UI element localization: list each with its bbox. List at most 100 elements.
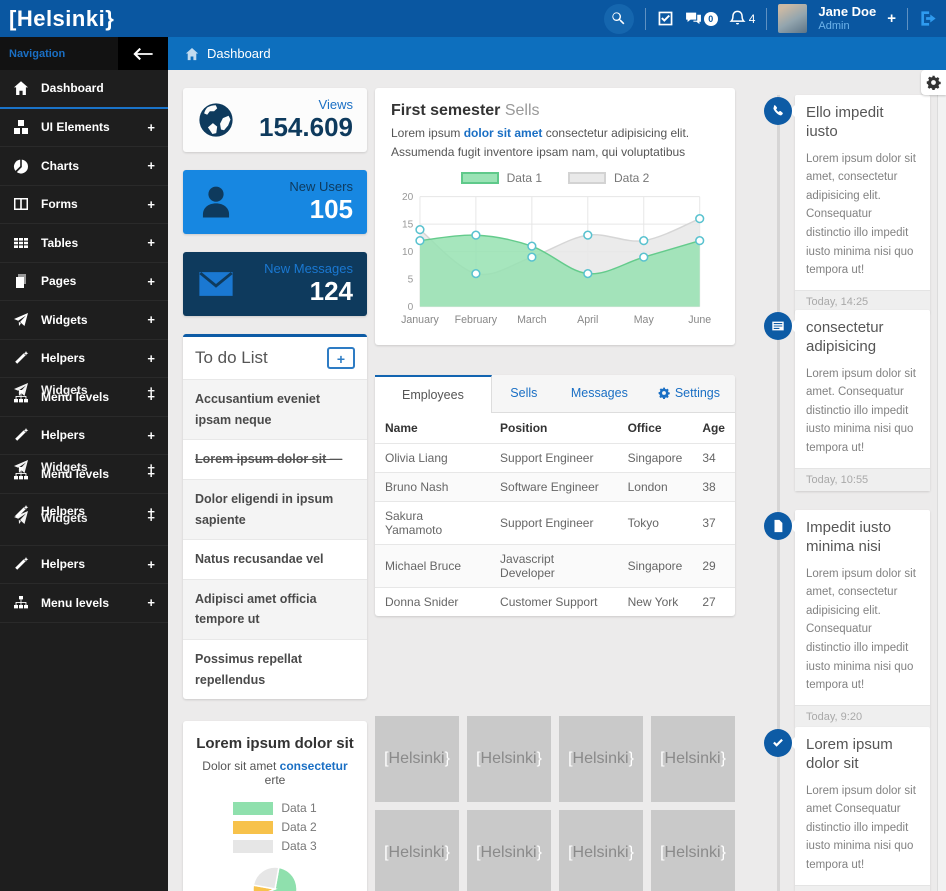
notifications-button[interactable]: 4 <box>729 10 756 27</box>
timeline-entry: Ello impedit iustoLorem ipsum dolor sit … <box>752 95 946 313</box>
sidebar-item-widgets[interactable]: Widgets+ <box>0 301 168 340</box>
timeline-phone-icon <box>764 97 792 125</box>
todo-item[interactable]: Dolor eligendi in ipsum sapiente <box>183 479 367 539</box>
todo-item[interactable]: Adipisci amet officia tempore ut <box>183 579 367 639</box>
add-button[interactable]: + <box>887 10 896 27</box>
divider <box>907 8 908 30</box>
expand-plus: + <box>147 466 155 481</box>
tab-messages[interactable]: Messages <box>556 375 643 412</box>
sitemap-icon <box>13 595 29 611</box>
todo-item[interactable]: Accusantium eveniet ipsam neque <box>183 379 367 439</box>
expand-plus: + <box>147 504 155 519</box>
sidebar-header: Navigation <box>0 37 168 70</box>
tab-employees[interactable]: Employees <box>375 375 492 413</box>
legend-item[interactable]: Data 1 <box>461 171 542 185</box>
svg-text:March: March <box>517 314 547 326</box>
legend-item[interactable]: Data 2 <box>568 171 649 185</box>
expand-plus: + <box>147 158 155 173</box>
middle-column: First semester Sells Lorem ipsum dolor s… <box>375 88 735 891</box>
home-icon[interactable] <box>185 47 199 61</box>
semester-area-chart: 05101520JanuaryFebruaryMarchAprilMayJune <box>391 187 719 332</box>
stat-label: New Users <box>235 180 353 195</box>
panel-settings-button[interactable] <box>921 70 946 95</box>
svg-text:February: February <box>455 314 498 326</box>
table-header-row: NamePositionOfficeAge <box>375 413 735 444</box>
navigation-label: Navigation <box>0 48 65 60</box>
expand-plus: + <box>147 120 155 135</box>
sidebar-collapse-button[interactable] <box>118 37 168 70</box>
globe-icon <box>197 101 235 139</box>
table-cell: 37 <box>692 501 735 544</box>
tab-sells[interactable]: Sells <box>492 375 556 412</box>
sidebar-item-dashboard[interactable]: Dashboard <box>0 70 168 109</box>
semester-chart-card: First semester Sells Lorem ipsum dolor s… <box>375 88 735 345</box>
pie-card-title: Lorem ipsum dolor sit <box>195 735 355 752</box>
messages-icon <box>685 10 702 27</box>
wand-icon <box>13 504 29 520</box>
timeline-text: Lorem ipsum dolor sit amet, consectetur … <box>806 565 919 695</box>
svg-text:15: 15 <box>402 220 414 231</box>
expand-plus: + <box>147 428 155 443</box>
messages-button[interactable]: 0 <box>685 10 718 27</box>
pie-chart <box>195 866 355 891</box>
sub-bar: Navigation Dashboard <box>0 37 946 70</box>
sidebar-item-helpers[interactable]: Helpers+ <box>0 340 168 379</box>
sidebar-item-charts[interactable]: Charts + <box>0 147 168 186</box>
avatar[interactable] <box>778 4 807 33</box>
tasks-icon[interactable] <box>657 10 674 27</box>
pie-icon <box>13 158 29 174</box>
expand-plus: + <box>147 595 155 610</box>
table-cell: Singapore <box>618 544 693 587</box>
user-block[interactable]: Jane Doe Admin <box>818 5 876 31</box>
columns-icon <box>13 196 29 212</box>
user-icon <box>197 183 235 221</box>
expand-plus: + <box>147 351 155 366</box>
table-cell: Tokyo <box>618 501 693 544</box>
top-right-toolbar: 0 4 Jane Doe Admin + <box>604 4 946 34</box>
sidebar-item-forms[interactable]: Forms+ <box>0 186 168 225</box>
description-link[interactable]: consectetur <box>280 759 348 773</box>
sidebar-item-helpers[interactable]: Helpers+ <box>0 417 168 456</box>
sidebar-item-label: UI Elements <box>41 120 135 134</box>
column-header: Office <box>618 413 693 444</box>
todo-item[interactable]: Lorem ipsum dolor sit — <box>183 439 367 479</box>
sidebar-item-label: Pages <box>41 274 135 288</box>
stat-card-new-users[interactable]: New Users105 <box>183 170 367 234</box>
tab-label: Sells <box>510 386 537 400</box>
todo-add-button[interactable]: + <box>327 347 355 369</box>
stat-card-new-messages[interactable]: New Messages124 <box>183 252 367 316</box>
scrollbar[interactable] <box>937 70 946 891</box>
sidebar-item-menu-levels[interactable]: Menu levels+ <box>0 584 168 623</box>
chart-legend: Data 1 Data 2 <box>391 171 719 185</box>
breadcrumb-label[interactable]: Dashboard <box>207 46 271 61</box>
timeline-news-icon <box>764 312 792 340</box>
sidebar-item-menu-levels[interactable]: Menu levels+Widgets+ <box>0 455 168 494</box>
sidebar-item-label: Charts <box>41 159 135 173</box>
wand-icon <box>13 350 29 366</box>
timeline-time: Today, 10:55 <box>795 468 930 491</box>
stat-card-views[interactable]: Views154.609 <box>183 88 367 152</box>
expand-plus: + <box>147 557 155 572</box>
table-cell: Support Engineer <box>490 501 618 544</box>
sidebar-item-helpers[interactable]: Helpers+Widgets+ <box>0 494 168 546</box>
sidebar-item-menu-levels[interactable]: Menu levels+Widgets+ <box>0 378 168 417</box>
table-cell: Donna Snider <box>375 587 490 616</box>
bell-icon <box>729 10 746 27</box>
todo-item[interactable]: Possimus repellat repellendus <box>183 639 367 699</box>
sidebar-item-helpers[interactable]: Helpers+ <box>0 546 168 585</box>
expand-plus: + <box>147 312 155 327</box>
todo-title: To do List <box>195 348 268 368</box>
sidebar-item-ui-elements[interactable]: UI Elements + <box>0 109 168 148</box>
table-cell: Software Engineer <box>490 472 618 501</box>
placeholder-image: [Helsinki} <box>467 716 551 802</box>
sidebar-item-tables[interactable]: Tables+ <box>0 224 168 263</box>
logout-icon[interactable] <box>919 9 938 28</box>
tab-settings[interactable]: Settings <box>643 375 735 412</box>
search-button[interactable] <box>604 4 634 34</box>
description-link[interactable]: dolor sit amet <box>464 126 543 140</box>
legend-label: Data 2 <box>614 171 649 185</box>
todo-item[interactable]: Natus recusandae vel <box>183 539 367 579</box>
expand-plus: + <box>147 197 155 212</box>
sidebar-item-pages[interactable]: Pages+ <box>0 263 168 302</box>
placeholder-image: [Helsinki} <box>651 810 735 891</box>
